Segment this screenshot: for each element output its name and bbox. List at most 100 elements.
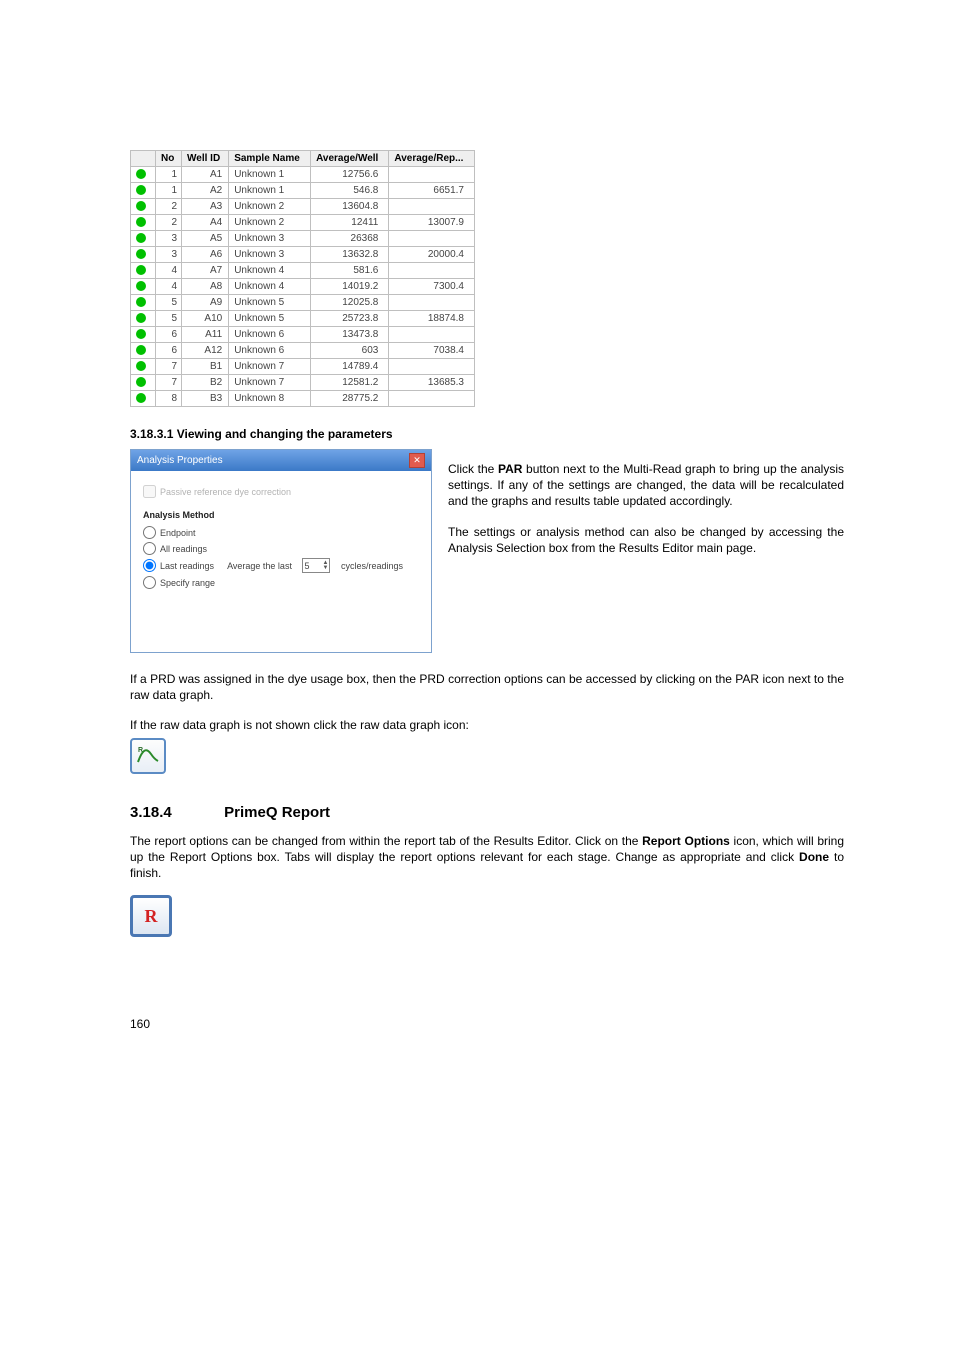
cell-avgwell: 12025.8	[311, 295, 389, 311]
row-color-swatch	[131, 263, 156, 279]
table-row: 2A3Unknown 213604.8	[131, 199, 475, 215]
cell-wellid: A9	[182, 295, 229, 311]
section-title: PrimeQ Report	[224, 804, 330, 821]
par-instruction-paragraph: Click the PAR button next to the Multi-R…	[448, 461, 844, 510]
graph-icon: R	[137, 744, 159, 767]
cell-samplename: Unknown 6	[229, 327, 311, 343]
cell-no: 7	[156, 359, 182, 375]
col-wellid: Well ID	[182, 151, 229, 167]
cell-avgrep: 18874.8	[389, 311, 475, 327]
cell-wellid: A7	[182, 263, 229, 279]
cell-no: 2	[156, 215, 182, 231]
cell-samplename: Unknown 6	[229, 343, 311, 359]
radio-last-readings[interactable]	[143, 559, 156, 572]
table-row: 1A2Unknown 1546.86651.7	[131, 183, 475, 199]
table-row: 1A1Unknown 112756.6	[131, 167, 475, 183]
avg-last-text2: cycles/readings	[341, 561, 403, 571]
cell-samplename: Unknown 8	[229, 391, 311, 407]
heading-viewing-parameters: 3.18.3.1 Viewing and changing the parame…	[130, 427, 844, 441]
row-color-swatch	[131, 183, 156, 199]
table-row: 2A4Unknown 21241113007.9	[131, 215, 475, 231]
table-row: 6A11Unknown 613473.8	[131, 327, 475, 343]
row-color-swatch	[131, 215, 156, 231]
cell-no: 5	[156, 311, 182, 327]
cell-avgwell: 14019.2	[311, 279, 389, 295]
cell-avgrep: 7038.4	[389, 343, 475, 359]
row-color-swatch	[131, 247, 156, 263]
cell-avgrep	[389, 231, 475, 247]
cell-no: 4	[156, 279, 182, 295]
avg-last-text1: Average the last	[227, 561, 292, 571]
raw-data-graph-icon[interactable]: R	[130, 738, 166, 774]
cell-avgrep	[389, 359, 475, 375]
rawdata-graph-paragraph: If the raw data graph is not shown click…	[130, 717, 844, 733]
cell-avgwell: 28775.2	[311, 391, 389, 407]
cell-samplename: Unknown 2	[229, 215, 311, 231]
table-row: 6A12Unknown 66037038.4	[131, 343, 475, 359]
table-row: 4A7Unknown 4581.6	[131, 263, 475, 279]
radio-endpoint[interactable]	[143, 526, 156, 539]
cell-avgrep: 13685.3	[389, 375, 475, 391]
table-row: 3A5Unknown 326368	[131, 231, 475, 247]
table-row: 8B3Unknown 828775.2	[131, 391, 475, 407]
results-table: No Well ID Sample Name Average/Well Aver…	[130, 150, 475, 407]
cell-wellid: B2	[182, 375, 229, 391]
cell-samplename: Unknown 5	[229, 295, 311, 311]
prd-checkbox[interactable]	[143, 485, 156, 498]
analysis-properties-dialog: Analysis Properties ✕ Passive reference …	[130, 449, 432, 653]
cell-wellid: A2	[182, 183, 229, 199]
cell-avgwell: 13473.8	[311, 327, 389, 343]
cell-avgwell: 25723.8	[311, 311, 389, 327]
table-row: 3A6Unknown 313632.820000.4	[131, 247, 475, 263]
cell-avgrep: 13007.9	[389, 215, 475, 231]
cell-avgwell: 13604.8	[311, 199, 389, 215]
radio-all-readings[interactable]	[143, 542, 156, 555]
row-color-swatch	[131, 343, 156, 359]
col-samplename: Sample Name	[229, 151, 311, 167]
cell-avgrep	[389, 263, 475, 279]
report-options-icon[interactable]: R	[130, 895, 172, 937]
col-no: No	[156, 151, 182, 167]
cell-avgrep: 20000.4	[389, 247, 475, 263]
cell-samplename: Unknown 7	[229, 359, 311, 375]
col-avgrep: Average/Rep...	[389, 151, 475, 167]
radio-last-readings-label: Last readings	[160, 561, 214, 571]
table-header-row: No Well ID Sample Name Average/Well Aver…	[131, 151, 475, 167]
row-color-swatch	[131, 167, 156, 183]
cell-samplename: Unknown 2	[229, 199, 311, 215]
row-color-swatch	[131, 231, 156, 247]
stepper-arrows-icon[interactable]: ▲▼	[323, 561, 329, 571]
radio-all-readings-label: All readings	[160, 544, 207, 554]
cell-avgwell: 12756.6	[311, 167, 389, 183]
prd-checkbox-row: Passive reference dye correction	[143, 485, 419, 498]
cell-no: 1	[156, 167, 182, 183]
radio-endpoint-label: Endpoint	[160, 528, 196, 538]
cell-wellid: A5	[182, 231, 229, 247]
cell-no: 4	[156, 263, 182, 279]
cell-samplename: Unknown 1	[229, 183, 311, 199]
cell-no: 6	[156, 327, 182, 343]
last-readings-stepper[interactable]: 5 ▲▼	[302, 558, 330, 573]
row-color-swatch	[131, 279, 156, 295]
row-color-swatch	[131, 327, 156, 343]
cell-avgwell: 26368	[311, 231, 389, 247]
radio-specify-range[interactable]	[143, 576, 156, 589]
section-primeq-report: 3.18.4 PrimeQ Report	[130, 804, 844, 821]
cell-avgwell: 13632.8	[311, 247, 389, 263]
cell-no: 6	[156, 343, 182, 359]
section-number: 3.18.4	[130, 804, 220, 821]
cell-no: 3	[156, 247, 182, 263]
table-row: 7B1Unknown 714789.4	[131, 359, 475, 375]
cell-avgwell: 12581.2	[311, 375, 389, 391]
cell-no: 5	[156, 295, 182, 311]
report-options-paragraph: The report options can be changed from w…	[130, 833, 844, 882]
close-icon[interactable]: ✕	[409, 453, 425, 468]
cell-no: 2	[156, 199, 182, 215]
cell-avgrep: 7300.4	[389, 279, 475, 295]
cell-no: 3	[156, 231, 182, 247]
cell-avgwell: 581.6	[311, 263, 389, 279]
radio-specify-range-label: Specify range	[160, 578, 215, 588]
analysis-method-label: Analysis Method	[143, 510, 419, 520]
cell-wellid: A10	[182, 311, 229, 327]
cell-wellid: B3	[182, 391, 229, 407]
